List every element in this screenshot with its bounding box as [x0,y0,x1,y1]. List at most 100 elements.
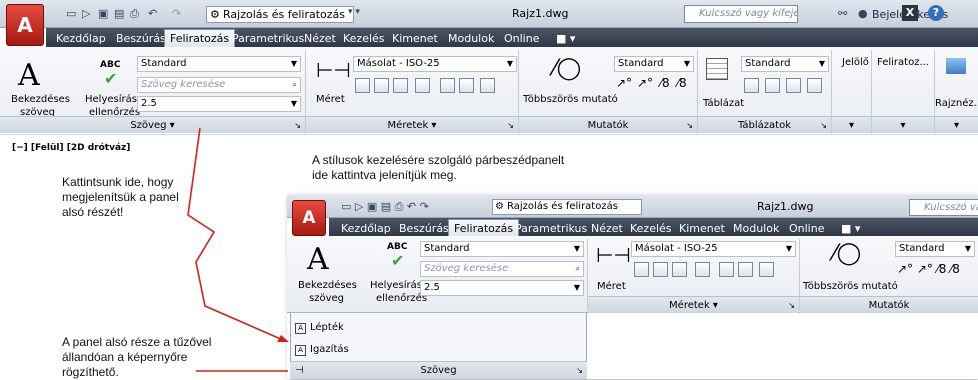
pushpin-icon[interactable]: ⊣ [295,362,304,379]
inner-new-icon[interactable]: ▭ ▷ ▣ ▤ ⎙ ↶ ↷ [341,200,429,214]
add-leader-icon[interactable]: ↗° [616,76,632,90]
multileader-label[interactable]: Többszörös mutató [523,94,618,105]
dimension-big-icon[interactable]: ⊢⊣ [316,58,351,82]
dialog-launcher-icon[interactable]: ↘ [576,362,583,379]
leader-tools-icon[interactable]: ↗° ↗° ⁄8 ⁄8 [897,262,960,276]
jelolo-footer[interactable]: ▾ [832,116,871,133]
dim-tool-icon[interactable] [393,78,408,93]
dim-tool-icon[interactable] [374,78,389,93]
table-tool-icon[interactable] [765,78,780,93]
app-menu-button[interactable]: A [6,4,44,46]
leader-panel-footer[interactable]: Mutatók ↘ [519,116,697,133]
feliratoz-panel[interactable]: Feliratoz... [877,57,929,68]
dim-tool-icon[interactable] [415,78,430,93]
find-icon[interactable]: ⌕ [576,262,580,276]
justify-item[interactable]: A Igazítás [295,344,349,356]
binoculars-icon[interactable]: ⚯ [838,7,847,20]
dim-tool-icon[interactable] [738,262,753,277]
inner-leader-style-dropdown[interactable]: Standard ▼ [895,241,975,257]
inner-app-menu-button[interactable]: A [292,200,326,236]
tab-online[interactable]: Online [504,30,539,47]
tab-kezeles[interactable]: Kezelés [343,30,385,47]
table-panel-footer[interactable]: Táblázatok ↘ [698,116,831,133]
inner-tab-online[interactable]: Online [789,220,824,237]
dim-tool-icon[interactable] [634,262,649,277]
jelolo-panel[interactable]: Jelölő [842,57,869,68]
inner-tab-kimenet[interactable]: Kimenet [679,220,725,237]
dim-tool-icon[interactable] [759,262,774,277]
camera-icon[interactable]: ■ ▾ [841,220,860,237]
feliratoz-footer[interactable]: ▾ [872,116,934,133]
inner-spellcheck-label1[interactable]: Helyesírás- [370,280,426,291]
search-input[interactable]: Kulcsszó vagy kifejezés [684,5,798,23]
scale-item[interactable]: A Lépték [295,322,344,334]
redo-icon[interactable]: ↷ [172,7,181,20]
help-icon[interactable]: ? [928,5,944,21]
dim-tool-icon[interactable] [719,262,734,277]
dialog-launcher-icon[interactable]: ↘ [788,297,795,314]
dialog-launcher-icon[interactable]: ↘ [294,117,301,134]
dialog-launcher-icon[interactable]: ↘ [686,117,693,134]
camera-icon[interactable]: ■ ▾ [556,30,575,47]
workspace-dropdown[interactable]: ⚙ Rajzolás és feliratozás [206,6,354,23]
dim-tool-icon[interactable] [672,262,687,277]
rajznez-footer[interactable]: ▾ [935,116,978,133]
table-tool-icon[interactable] [786,78,801,93]
inner-multiline-text-label1[interactable]: Bekezdéses [298,280,357,291]
inner-tab-parametrikus[interactable]: Parametrikus [515,220,587,237]
new-icon[interactable]: ▭ [66,7,76,20]
table-big-icon[interactable] [706,58,728,80]
user-icon[interactable]: ● [858,7,868,20]
tab-feliratozas[interactable]: Feliratozás [164,29,236,48]
dim-style-dropdown[interactable]: Másolat - ISO-25 ▼ [353,56,517,72]
inner-tab-kezeles[interactable]: Kezelés [630,220,672,237]
tab-nezet[interactable]: Nézet [304,30,336,47]
inner-multileader-big-icon[interactable]: ⁄◯ [833,241,861,266]
inner-multileader-label[interactable]: Többszörös mutató [803,281,898,292]
save-icon[interactable]: ▣ [98,7,108,20]
open-icon[interactable]: ▷ [82,7,90,20]
multiline-text-label1[interactable]: Bekezdéses [11,94,70,105]
multiline-text-big-icon[interactable]: A [18,58,40,93]
inner-dimension-big-icon[interactable]: ⊢⊣ [596,243,631,267]
dim-tool-icon[interactable] [695,262,710,277]
inner-tab-nezet[interactable]: Nézet [591,220,623,237]
inner-tab-kezdolap[interactable]: Kezdőlap [341,220,391,237]
inner-text-height-dropdown[interactable]: 2.5 ▼ [420,280,584,296]
spellcheck-label1[interactable]: Helyesírás- [85,94,141,105]
inner-dim-style-dropdown[interactable]: Másolat - ISO-25 ▼ [631,241,796,257]
inner-text-panel-footer[interactable]: ⊣ Szöveg ↘ [290,361,587,379]
tab-modulok[interactable]: Modulok [448,30,494,47]
table-style-dropdown[interactable]: Standard ▼ [741,56,829,72]
remove-leader-icon[interactable]: ↗° [637,76,653,90]
tab-parametrikus[interactable]: Parametrikus [232,30,304,47]
undo-icon[interactable]: ↶ [148,7,157,20]
align-leader-icon[interactable]: ⁄8 [660,76,670,90]
multileader-big-icon[interactable]: ⁄◯ [553,56,581,81]
table-tool-icon[interactable] [744,78,759,93]
inner-find-text-input[interactable]: Szöveg keresése ⌕ [420,261,584,277]
dim-tool-icon[interactable] [459,78,474,93]
dimension-label[interactable]: Méret [316,94,345,105]
tab-kezdolap[interactable]: Kezdőlap [56,30,106,47]
dim-tool-icon[interactable] [653,262,668,277]
dialog-launcher-icon[interactable]: ↘ [507,117,514,134]
inner-dimension-label[interactable]: Méret [597,281,626,292]
find-icon[interactable]: ⌕ [293,78,297,92]
inner-dim-panel-footer[interactable]: Méretek ▾ ↘ [588,296,799,313]
inner-search-input[interactable]: Kulcsszó vagy kifej [909,199,978,216]
tab-beszuras[interactable]: Beszúrás [116,30,166,47]
text-height-dropdown[interactable]: 2.5 ▼ [137,96,301,112]
table-label[interactable]: Táblázat [703,98,744,109]
inner-text-style-dropdown[interactable]: Standard ▼ [420,241,584,257]
dim-tool-icon[interactable] [355,78,370,93]
print-icon[interactable]: ⎙ [130,7,139,21]
inner-tab-beszuras[interactable]: Beszúrás [399,220,449,237]
viewport-controls[interactable]: [−] [Felül] [2D drótváz] [12,143,130,153]
leader-style-dropdown[interactable]: Standard ▼ [614,56,694,72]
exchange-icon[interactable]: X [902,5,918,21]
text-panel-footer[interactable]: Szöveg ▾ ↘ [0,116,305,133]
dim-panel-footer[interactable]: Méretek ▾ ↘ [306,116,518,133]
text-style-dropdown[interactable]: Standard ▼ [137,56,301,72]
dim-tool-icon[interactable] [480,78,495,93]
